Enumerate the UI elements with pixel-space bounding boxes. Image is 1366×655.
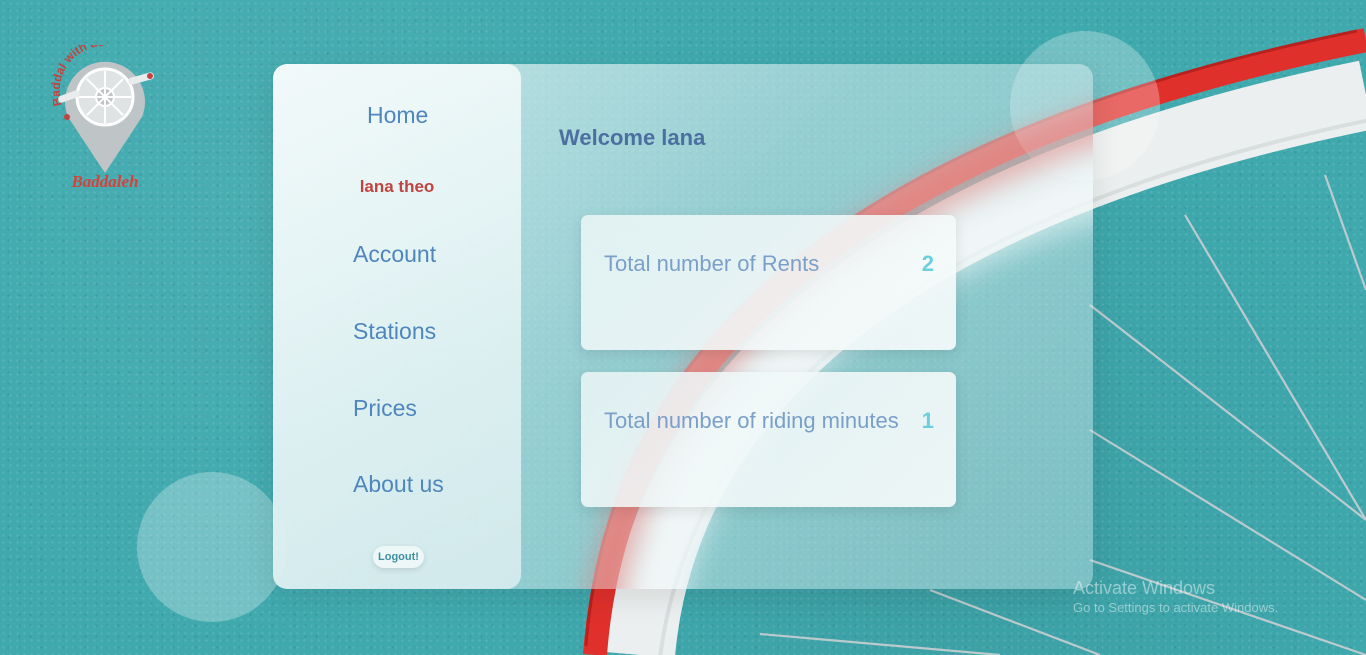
user-name: lana theo bbox=[359, 177, 435, 196]
logout-button[interactable]: Logout! bbox=[373, 546, 424, 568]
decorative-circle-bottom bbox=[137, 472, 287, 622]
dashboard-panel: Home lana theo Account Stations Prices A… bbox=[273, 64, 1093, 589]
brand-logo[interactable]: Baddal with us Baddaleh bbox=[50, 45, 160, 195]
windows-activation-watermark: Activate Windows Go to Settings to activ… bbox=[1073, 578, 1278, 615]
stat-label: Total number of Rents bbox=[604, 251, 820, 276]
welcome-heading: Welcome lana bbox=[559, 125, 706, 150]
stat-value: 1 bbox=[921, 408, 934, 433]
stat-card-riding-minutes: Total number of riding minutes 1 bbox=[581, 372, 956, 507]
nav-home-link[interactable]: Home bbox=[367, 102, 428, 129]
nav-stations-link[interactable]: Stations bbox=[353, 318, 436, 345]
stat-value: 2 bbox=[921, 251, 934, 276]
nav-prices-link[interactable]: Prices bbox=[353, 395, 417, 422]
svg-text:Baddaleh: Baddaleh bbox=[70, 172, 138, 191]
stat-card-rents: Total number of Rents 2 bbox=[581, 215, 956, 350]
watermark-subtitle: Go to Settings to activate Windows. bbox=[1073, 599, 1279, 615]
stat-label: Total number of riding minutes bbox=[604, 408, 899, 433]
nav-about-link[interactable]: About us bbox=[353, 471, 444, 498]
watermark-title: Activate Windows bbox=[1073, 578, 1216, 598]
sidebar-nav: Home lana theo Account Stations Prices A… bbox=[273, 64, 521, 589]
nav-account-link[interactable]: Account bbox=[353, 241, 436, 268]
